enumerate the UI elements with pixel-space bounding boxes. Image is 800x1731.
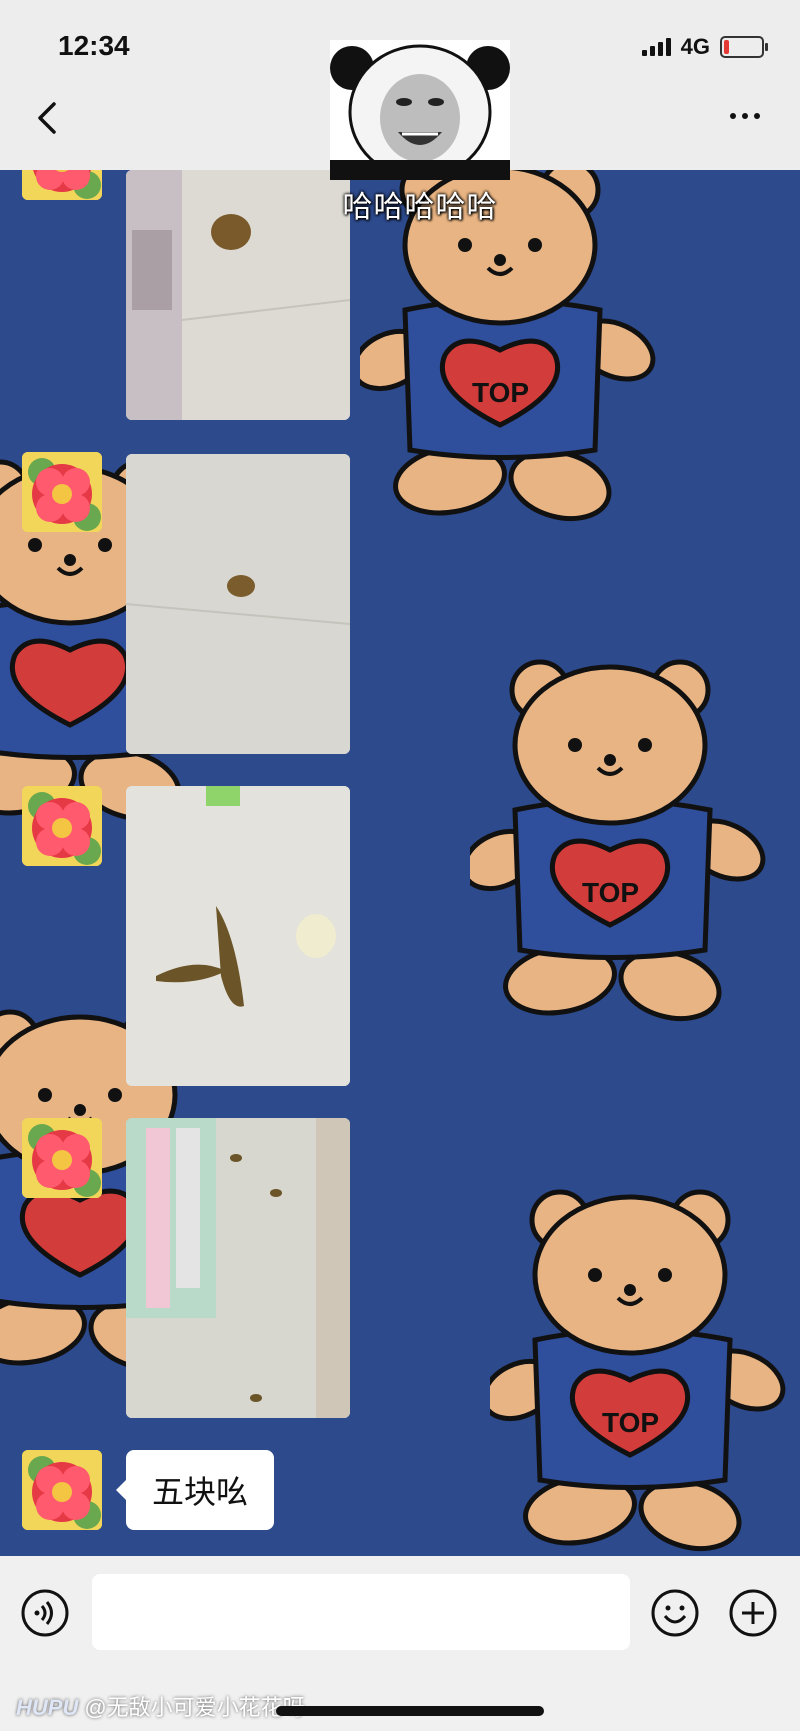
back-button[interactable] <box>30 100 66 136</box>
emoji-button[interactable] <box>650 1588 700 1638</box>
status-time: 12:34 <box>58 30 130 61</box>
home-indicator[interactable] <box>276 1706 544 1716</box>
image-message[interactable] <box>126 454 350 754</box>
message-text: 五块吆 <box>152 1474 249 1510</box>
image-message[interactable] <box>126 1118 350 1418</box>
watermark-brand: HUPU <box>16 1695 79 1720</box>
bear-wallpaper-5: TOP <box>490 1180 790 1556</box>
contact-avatar[interactable] <box>22 1118 102 1198</box>
panda-meme-sticker <box>330 40 510 180</box>
more-actions-button[interactable] <box>728 1588 778 1638</box>
sticker-caption: 哈哈哈哈哈 <box>342 191 498 224</box>
chat-background: TOP TOP TOP <box>0 170 800 1556</box>
image-message[interactable] <box>126 786 350 1086</box>
message-input[interactable] <box>92 1574 630 1650</box>
battery-icon <box>720 36 768 58</box>
contact-avatar[interactable] <box>22 1450 102 1530</box>
contact-avatar[interactable] <box>22 786 102 866</box>
voice-button[interactable] <box>20 1588 70 1638</box>
bear-wallpaper-3: TOP <box>470 650 770 1030</box>
emoji-icon <box>651 1589 699 1637</box>
text-message[interactable]: 五块吆 <box>115 1450 275 1530</box>
watermark: HUPU @无敌小可爱小花花呀 <box>16 1690 305 1722</box>
chevron-left-icon <box>38 102 56 134</box>
status-icons: 4G <box>641 34 768 60</box>
image-message[interactable] <box>126 170 350 420</box>
shirt-label: TOP <box>602 1407 659 1438</box>
shirt-label: TOP <box>582 877 639 908</box>
more-options-button[interactable] <box>730 113 760 119</box>
contact-avatar[interactable] <box>22 452 102 532</box>
watermark-text: @无敌小可爱小花花呀 <box>84 1695 305 1720</box>
voice-icon <box>21 1589 69 1637</box>
signal-icon <box>641 38 671 56</box>
network-label: 4G <box>680 34 710 59</box>
plus-icon <box>729 1589 777 1637</box>
shirt-label: TOP <box>472 377 529 408</box>
